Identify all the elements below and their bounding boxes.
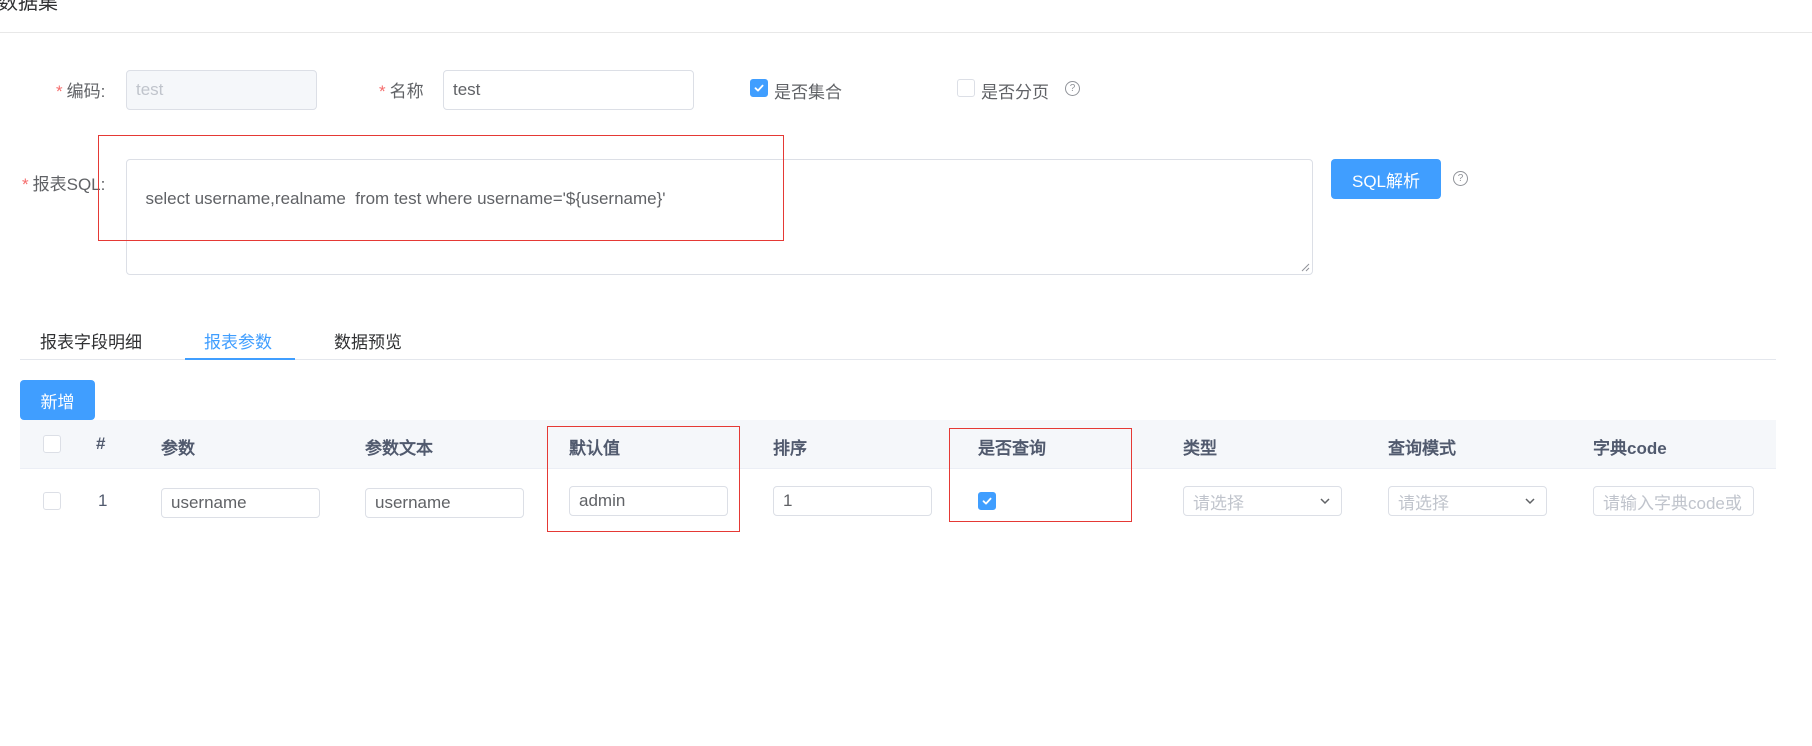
highlight-box-sql [98, 135, 784, 241]
header-query-mode: 查询模式 [1388, 439, 1456, 458]
tab-report-params[interactable]: 报表参数 [204, 328, 272, 353]
tab-field-detail[interactable]: 报表字段明细 [40, 328, 142, 353]
required-mark: * [56, 82, 63, 101]
header-order: 排序 [773, 439, 807, 458]
sql-parse-button[interactable]: SQL解析 [1331, 159, 1441, 199]
select-all-checkbox[interactable] [43, 435, 61, 453]
is-paged-label: 是否分页 [981, 83, 1049, 102]
table-header [20, 420, 1776, 468]
header-param: 参数 [161, 439, 195, 458]
question-circle-icon[interactable]: ? [1065, 81, 1080, 96]
param-input[interactable]: username [161, 488, 320, 518]
active-tab-indicator [185, 358, 295, 360]
is-paged-checkbox[interactable] [957, 79, 975, 97]
is-collection-label: 是否集合 [774, 83, 842, 102]
header-dict-code: 字典code [1593, 439, 1667, 458]
code-label: * 编码: [56, 82, 106, 101]
title-divider [0, 32, 1812, 33]
param-text-input[interactable]: username [365, 488, 524, 518]
header-type: 类型 [1183, 439, 1217, 458]
chevron-down-icon [1320, 498, 1330, 505]
question-circle-icon[interactable]: ? [1453, 171, 1468, 186]
query-mode-select-placeholder: 请选择 [1398, 493, 1449, 513]
tab-data-preview[interactable]: 数据预览 [334, 328, 402, 353]
header-param-text: 参数文本 [365, 439, 433, 458]
code-input[interactable]: test [126, 70, 317, 110]
check-icon [754, 84, 764, 92]
resize-grip-icon[interactable] [1300, 262, 1310, 272]
page-title: 数据集 [0, 0, 58, 14]
name-input[interactable]: test [443, 70, 694, 110]
row-index: 1 [98, 491, 108, 510]
order-input[interactable]: 1 [773, 486, 932, 516]
row-checkbox[interactable] [43, 492, 61, 510]
query-mode-select[interactable]: 请选择 [1388, 486, 1547, 516]
add-button[interactable]: 新增 [20, 380, 95, 420]
dict-code-input[interactable]: 请输入字典code或 [1593, 486, 1754, 516]
highlight-box-is-query [949, 428, 1132, 522]
required-mark: * [22, 175, 29, 194]
highlight-box-default-value [547, 426, 740, 532]
is-collection-checkbox[interactable] [750, 79, 768, 97]
chevron-down-icon [1525, 498, 1535, 505]
type-select-placeholder: 请选择 [1193, 493, 1244, 513]
sql-label: * 报表SQL: [22, 175, 106, 194]
header-divider [20, 468, 1776, 469]
header-index: # [96, 434, 106, 453]
name-label: * 名称 [379, 82, 424, 101]
type-select[interactable]: 请选择 [1183, 486, 1342, 516]
required-mark: * [379, 82, 386, 101]
